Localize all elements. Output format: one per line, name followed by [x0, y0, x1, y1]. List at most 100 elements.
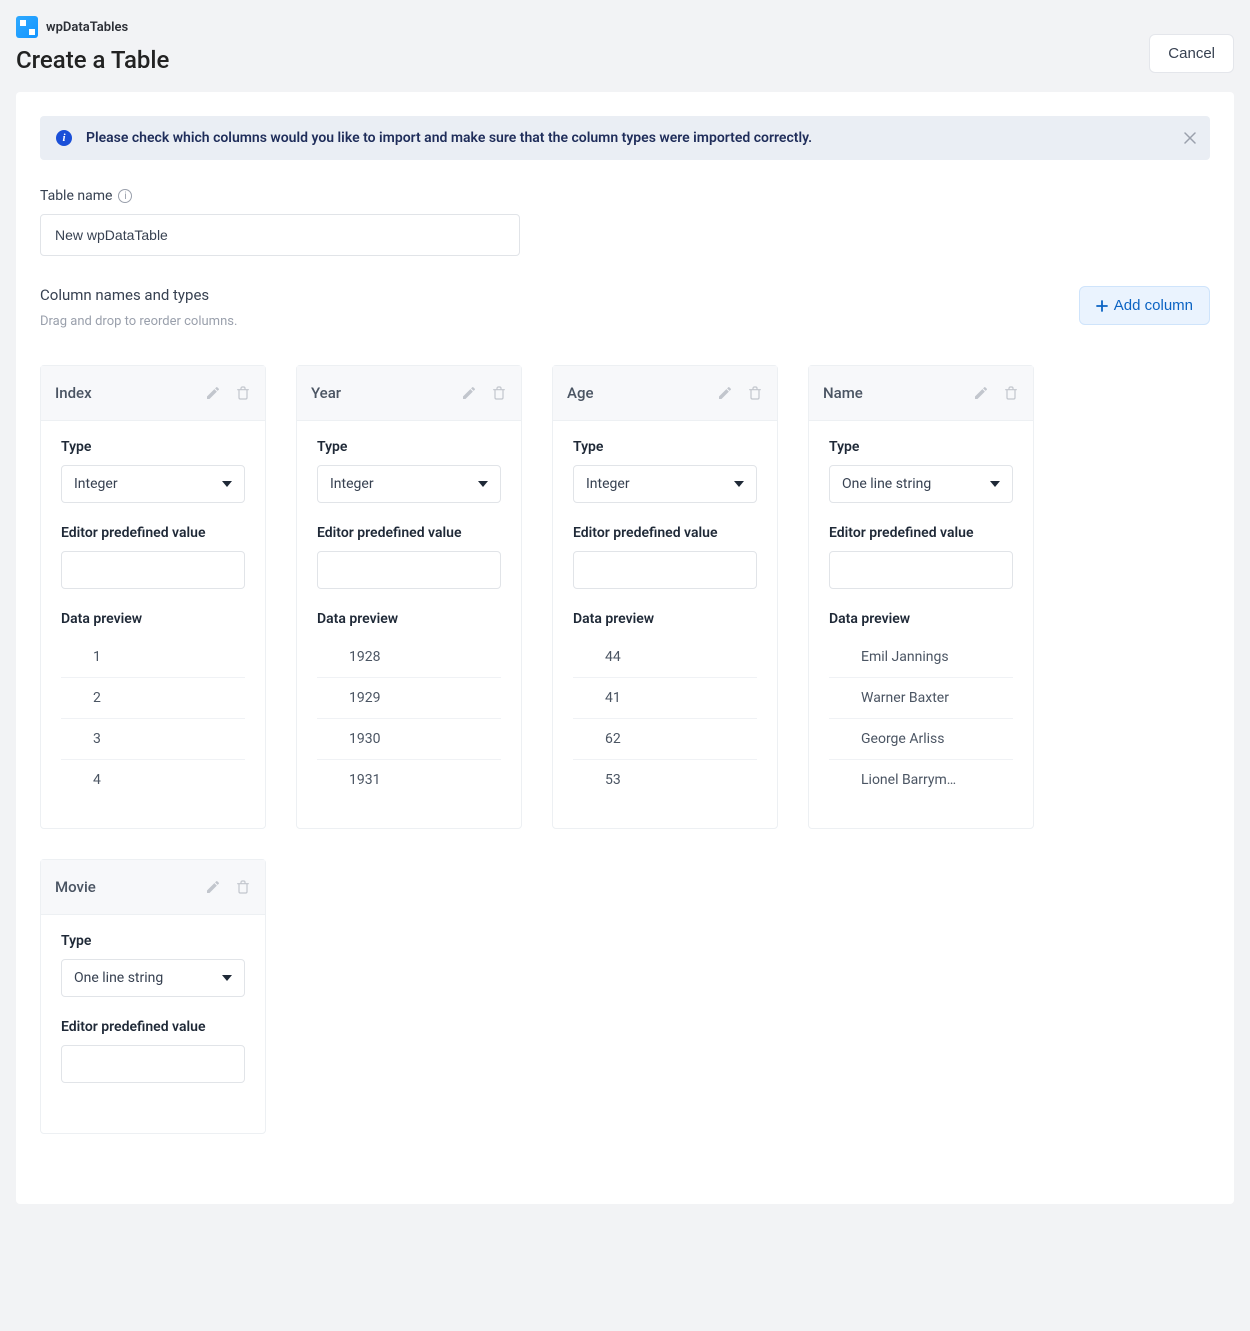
predef-label: Editor predefined value — [61, 1019, 245, 1035]
column-name: Index — [55, 384, 92, 402]
preview-label: Data preview — [317, 611, 501, 627]
column-type-value: One line string — [74, 970, 163, 986]
info-icon: i — [56, 130, 72, 146]
data-preview-list: 44416253 — [573, 637, 757, 800]
predef-label: Editor predefined value — [573, 525, 757, 541]
add-column-label: Add column — [1114, 297, 1193, 314]
trash-icon — [235, 879, 251, 895]
info-notice: i Please check which columns would you l… — [40, 116, 1210, 160]
brand-logo-icon — [16, 16, 38, 38]
column-type-select[interactable]: Integer — [61, 465, 245, 503]
pencil-icon — [717, 385, 733, 401]
column-type-select[interactable]: One line string — [829, 465, 1013, 503]
preview-row: 44 — [573, 637, 757, 678]
info-tooltip-icon[interactable]: i — [118, 189, 132, 203]
predef-value-input[interactable] — [829, 551, 1013, 589]
delete-column-button[interactable] — [491, 385, 507, 401]
brand-name: wpDataTables — [46, 20, 128, 35]
column-card[interactable]: Age Type Integer Editor predefined value Dat… — [552, 365, 778, 829]
preview-label: Data preview — [573, 611, 757, 627]
pencil-icon — [205, 879, 221, 895]
predef-value-input[interactable] — [573, 551, 757, 589]
main-panel: i Please check which columns would you l… — [16, 92, 1234, 1204]
preview-label: Data preview — [61, 611, 245, 627]
predef-value-input[interactable] — [61, 1045, 245, 1083]
preview-label: Data preview — [829, 611, 1013, 627]
column-type-value: Integer — [586, 476, 630, 492]
columns-heading: Column names and types — [40, 286, 237, 304]
trash-icon — [747, 385, 763, 401]
preview-row: 3 — [61, 719, 245, 760]
preview-row: 62 — [573, 719, 757, 760]
column-name: Age — [567, 384, 593, 402]
preview-row: 1 — [61, 637, 245, 678]
preview-row: George Arliss — [829, 719, 1013, 760]
column-type-value: One line string — [842, 476, 931, 492]
trash-icon — [491, 385, 507, 401]
predef-label: Editor predefined value — [61, 525, 245, 541]
predef-value-input[interactable] — [317, 551, 501, 589]
chevron-down-icon — [990, 481, 1000, 487]
column-name: Movie — [55, 878, 96, 896]
chevron-down-icon — [734, 481, 744, 487]
column-card[interactable]: Name Type One line string Editor predefined… — [808, 365, 1034, 829]
preview-row: 2 — [61, 678, 245, 719]
column-card[interactable]: Index Type Integer Editor predefined value D… — [40, 365, 266, 829]
preview-row: 1931 — [317, 760, 501, 800]
type-label: Type — [573, 439, 757, 455]
predef-label: Editor predefined value — [829, 525, 1013, 541]
trash-icon — [1003, 385, 1019, 401]
preview-row: Warner Baxter — [829, 678, 1013, 719]
delete-column-button[interactable] — [1003, 385, 1019, 401]
trash-icon — [235, 385, 251, 401]
table-name-input[interactable] — [40, 214, 520, 256]
edit-column-button[interactable] — [205, 385, 221, 401]
delete-column-button[interactable] — [235, 879, 251, 895]
preview-row: 1929 — [317, 678, 501, 719]
data-preview-list: 1234 — [61, 637, 245, 800]
column-type-select[interactable]: Integer — [573, 465, 757, 503]
column-name: Year — [311, 384, 341, 402]
pencil-icon — [205, 385, 221, 401]
column-type-value: Integer — [330, 476, 374, 492]
preview-row: 4 — [61, 760, 245, 800]
data-preview-list: Emil JanningsWarner BaxterGeorge ArlissL… — [829, 637, 1013, 800]
delete-column-button[interactable] — [235, 385, 251, 401]
chevron-down-icon — [222, 481, 232, 487]
column-name: Name — [823, 384, 863, 402]
pencil-icon — [973, 385, 989, 401]
add-column-button[interactable]: Add column — [1079, 286, 1210, 325]
chevron-down-icon — [222, 975, 232, 981]
type-label: Type — [61, 439, 245, 455]
data-preview-list: 1928192919301931 — [317, 637, 501, 800]
edit-column-button[interactable] — [461, 385, 477, 401]
column-card[interactable]: Movie Type One line string Editor predefine… — [40, 859, 266, 1134]
close-notice-button[interactable] — [1184, 132, 1196, 144]
drag-hint: Drag and drop to reorder columns. — [40, 314, 237, 329]
cancel-button[interactable]: Cancel — [1149, 34, 1234, 73]
close-icon — [1184, 132, 1196, 144]
column-card[interactable]: Year Type Integer Editor predefined value Da… — [296, 365, 522, 829]
predef-label: Editor predefined value — [317, 525, 501, 541]
column-type-value: Integer — [74, 476, 118, 492]
page-title: Create a Table — [16, 46, 169, 74]
chevron-down-icon — [478, 481, 488, 487]
plus-icon — [1096, 300, 1108, 312]
type-label: Type — [61, 933, 245, 949]
pencil-icon — [461, 385, 477, 401]
table-name-label: Table name — [40, 188, 112, 204]
preview-row: 1928 — [317, 637, 501, 678]
column-type-select[interactable]: Integer — [317, 465, 501, 503]
delete-column-button[interactable] — [747, 385, 763, 401]
type-label: Type — [829, 439, 1013, 455]
type-label: Type — [317, 439, 501, 455]
predef-value-input[interactable] — [61, 551, 245, 589]
column-type-select[interactable]: One line string — [61, 959, 245, 997]
preview-row: 1930 — [317, 719, 501, 760]
edit-column-button[interactable] — [973, 385, 989, 401]
notice-text: Please check which columns would you lik… — [86, 130, 812, 146]
edit-column-button[interactable] — [717, 385, 733, 401]
preview-row: Emil Jannings — [829, 637, 1013, 678]
edit-column-button[interactable] — [205, 879, 221, 895]
preview-row: 53 — [573, 760, 757, 800]
